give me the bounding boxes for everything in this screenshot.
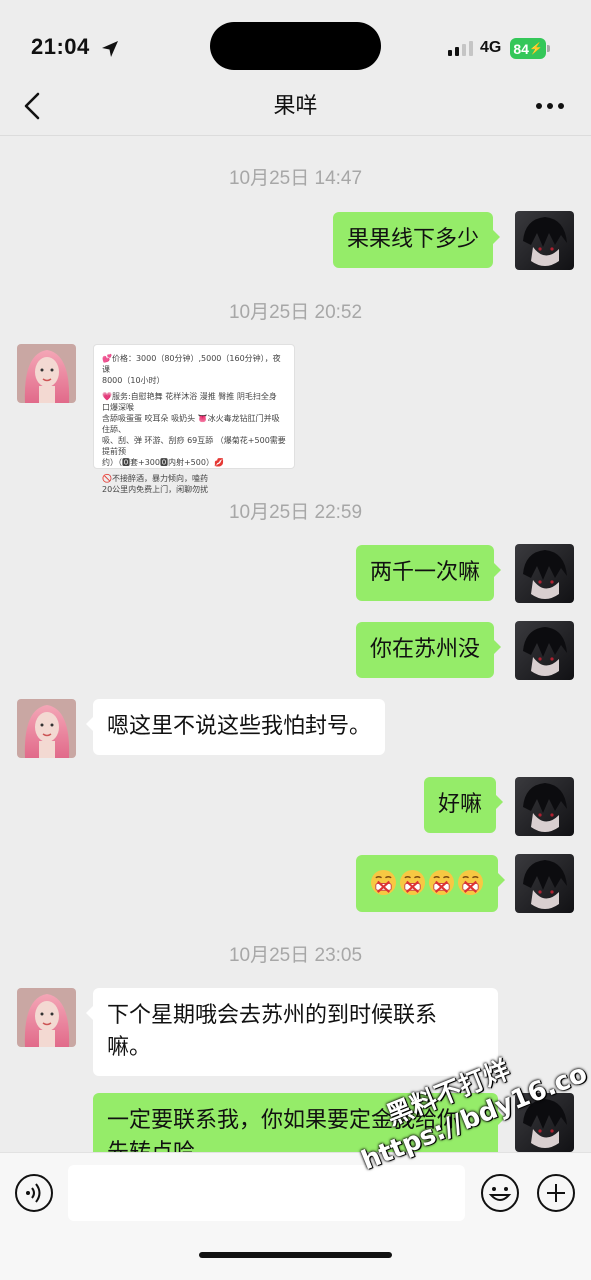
image-text-line: 吸、刮、弹 环游、刮痧 69互舔 （爆菊花+500需要提前预: [102, 436, 286, 456]
contact-avatar[interactable]: [17, 344, 76, 403]
image-text-line: 🚫不接醉酒，暴力倾向，嗑药: [102, 474, 208, 483]
message-line: 先转点哈: [107, 1137, 484, 1152]
network-type: 4G: [480, 39, 502, 56]
my-avatar[interactable]: [515, 211, 574, 270]
image-text-line: 8000（10小时）: [102, 376, 165, 385]
chat-header: 果咩: [0, 80, 591, 136]
battery-cap: [547, 45, 550, 52]
message-line: 嘛。: [107, 1035, 152, 1060]
my-avatar[interactable]: [515, 621, 574, 680]
chat-title: 果咩: [273, 94, 318, 119]
message-bubble-incoming[interactable]: 下个星期哦会去苏州的到时候联系 嘛。: [86, 988, 498, 1076]
image-text-line: 约）（🅾套+300🅾内射+500）💋: [102, 458, 224, 467]
contact-avatar[interactable]: [17, 699, 76, 758]
input-bar: [0, 1152, 591, 1280]
contact-avatar[interactable]: [17, 988, 76, 1047]
status-time: 21:04: [31, 34, 90, 59]
message-bubble-outgoing[interactable]: 好嘛: [424, 777, 504, 833]
my-avatar[interactable]: [515, 854, 574, 913]
message-bubble-outgoing[interactable]: 一定要联系我，你如果要定金我给你 先转点哈: [93, 1093, 505, 1152]
voice-icon[interactable]: [14, 1173, 54, 1213]
grimace-emoji-icon: [428, 869, 455, 896]
message-line: 下个星期哦会去苏州的到时候联系: [107, 1003, 438, 1028]
message-bubble-emoji[interactable]: [356, 855, 505, 912]
signal-bars-icon: [448, 41, 473, 56]
image-text-line: 💕价格：3000（80分钟）,5000（160分钟），夜课: [102, 354, 281, 374]
message-line: 一定要联系我，你如果要定金我给你: [107, 1108, 460, 1133]
message-bubble-outgoing[interactable]: 果果线下多少: [333, 212, 501, 268]
plus-icon[interactable]: [536, 1173, 576, 1213]
emoji-icon[interactable]: [480, 1173, 520, 1213]
more-dots-icon[interactable]: [534, 96, 566, 116]
my-avatar[interactable]: [515, 544, 574, 603]
message-bubble-outgoing[interactable]: 你在苏州没: [356, 622, 502, 678]
home-indicator[interactable]: [199, 1252, 392, 1258]
timestamp: 10月25日 20:52: [228, 302, 363, 323]
location-arrow-icon: [102, 41, 118, 57]
image-message[interactable]: 💕价格：3000（80分钟）,5000（160分钟），夜课 8000（10小时）…: [93, 344, 295, 494]
image-text-line: 💗服务:自慰艳舞 花样沐浴 漫推 臀推 阴毛扫全身 口爆深喉: [102, 392, 277, 412]
timestamp: 10月25日 23:05: [228, 945, 363, 966]
message-input[interactable]: [68, 1165, 465, 1221]
battery-level: 84: [513, 40, 529, 57]
grimace-emoji-icon: [399, 869, 426, 896]
my-avatar[interactable]: [515, 777, 574, 836]
image-text-line: 20公里内免费上门，闲聊勿扰: [102, 485, 209, 494]
grimace-emoji-icon: [457, 869, 484, 896]
image-text-line: 含舔吸蛋蛋 咬耳朵 吸奶头 👅冰火毒龙钻肛门并吸住舔、: [102, 414, 280, 434]
my-avatar[interactable]: [515, 1093, 574, 1152]
timestamp: 10月25日 14:47: [228, 168, 363, 189]
status-bar: 21:04 4G 84 ⚡: [0, 0, 591, 80]
message-bubble-incoming[interactable]: 嗯这里不说这些我怕封号。: [85, 699, 386, 755]
timestamp: 10月25日 22:59: [228, 502, 363, 523]
grimace-emoji-icon: [370, 869, 397, 896]
message-bubble-outgoing[interactable]: 两千一次嘛: [356, 545, 502, 601]
chat-messages[interactable]: 10月25日 14:47 果果线下多少 10月25日 20:52 💕价格：300…: [0, 137, 591, 1152]
battery-icon: 84 ⚡: [510, 38, 546, 59]
dynamic-island: [210, 22, 381, 70]
